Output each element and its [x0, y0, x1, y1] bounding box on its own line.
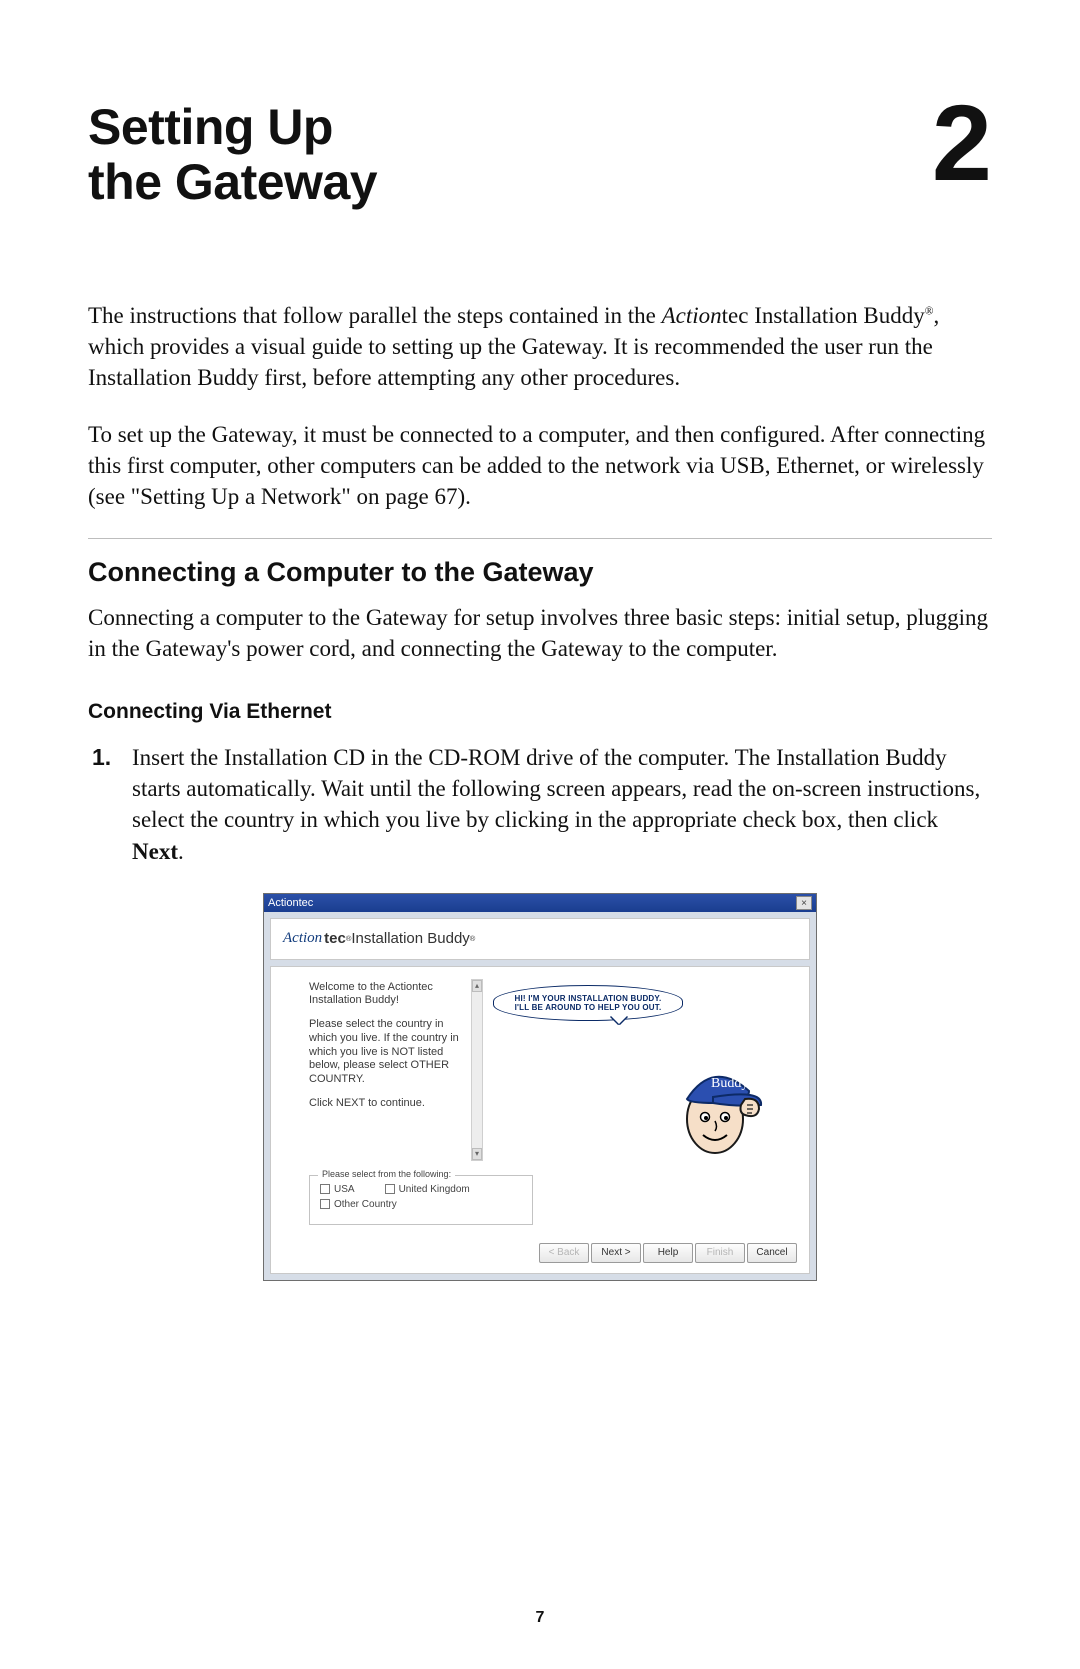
help-button[interactable]: Help	[643, 1243, 693, 1263]
welcome-text: Welcome to the Actiontec Installation Bu…	[309, 981, 473, 1009]
intro-paragraph-2: To set up the Gateway, it must be connec…	[88, 419, 992, 512]
subsection-heading: Connecting Via Ethernet	[88, 700, 992, 724]
speech-bubble: HI! I'M YOUR INSTALLATION BUDDY. I'LL BE…	[493, 985, 683, 1021]
chapter-number: 2	[932, 100, 992, 186]
installer-top-row: Welcome to the Actiontec Installation Bu…	[283, 981, 797, 1163]
checkbox-icon[interactable]	[320, 1199, 330, 1209]
checkbox-icon[interactable]	[385, 1184, 395, 1194]
cancel-button[interactable]: Cancel	[747, 1243, 797, 1263]
installer-window: Actiontec × Actiontec® Installation Budd…	[263, 893, 817, 1281]
instruction-text: Please select the country in which you l…	[309, 1018, 473, 1087]
titlebar-label: Actiontec	[268, 897, 313, 909]
document-page: Setting Up the Gateway 2 The instruction…	[0, 0, 1080, 1669]
installer-screenshot: Actiontec × Actiontec® Installation Budd…	[88, 893, 992, 1281]
chapter-title-line2: the Gateway	[88, 154, 377, 210]
section-divider	[88, 538, 992, 539]
step-text: Insert the Installation CD in the CD-ROM…	[132, 742, 992, 866]
finish-button[interactable]: Finish	[695, 1243, 745, 1263]
checkbox-uk[interactable]: United Kingdom	[385, 1184, 470, 1195]
fieldset-legend: Please select from the following:	[318, 1169, 455, 1179]
section-heading: Connecting a Computer to the Gateway	[88, 557, 992, 588]
buddy-character-icon: Buddy	[653, 1041, 773, 1161]
installer-body: Welcome to the Actiontec Installation Bu…	[270, 966, 810, 1274]
chapter-title: Setting Up the Gateway	[88, 100, 377, 210]
step-1: 1. Insert the Installation CD in the CD-…	[92, 742, 992, 866]
intro-paragraph-1: The instructions that follow parallel th…	[88, 300, 992, 393]
installer-button-row: < Back Next > Help Finish Cancel	[283, 1237, 797, 1263]
continue-text: Click NEXT to continue.	[309, 1097, 473, 1111]
chapter-header: Setting Up the Gateway 2	[88, 100, 992, 210]
cap-text: Buddy	[711, 1076, 748, 1091]
installer-brand: Actiontec® Installation Buddy®	[270, 918, 810, 960]
checkbox-usa[interactable]: USA	[320, 1184, 355, 1195]
buddy-column: HI! I'M YOUR INSTALLATION BUDDY. I'LL BE…	[487, 981, 797, 1163]
scroll-down-icon[interactable]: ▾	[472, 1148, 482, 1160]
section-paragraph: Connecting a computer to the Gateway for…	[88, 602, 992, 664]
installer-titlebar: Actiontec ×	[264, 894, 816, 912]
text-scrollbar[interactable]: ▴ ▾	[471, 979, 483, 1161]
page-number: 7	[0, 1609, 1080, 1627]
checkbox-icon[interactable]	[320, 1184, 330, 1194]
scroll-up-icon[interactable]: ▴	[472, 980, 482, 992]
installer-text-column: Welcome to the Actiontec Installation Bu…	[283, 981, 473, 1163]
step-number: 1.	[92, 742, 116, 866]
brand-logo: Action	[283, 930, 322, 947]
close-icon[interactable]: ×	[796, 896, 812, 910]
back-button[interactable]: < Back	[539, 1243, 589, 1263]
next-button[interactable]: Next >	[591, 1243, 641, 1263]
country-fieldset: Please select from the following: USA Un…	[309, 1175, 533, 1225]
chapter-title-line1: Setting Up	[88, 99, 333, 155]
checkbox-other[interactable]: Other Country	[320, 1199, 397, 1210]
